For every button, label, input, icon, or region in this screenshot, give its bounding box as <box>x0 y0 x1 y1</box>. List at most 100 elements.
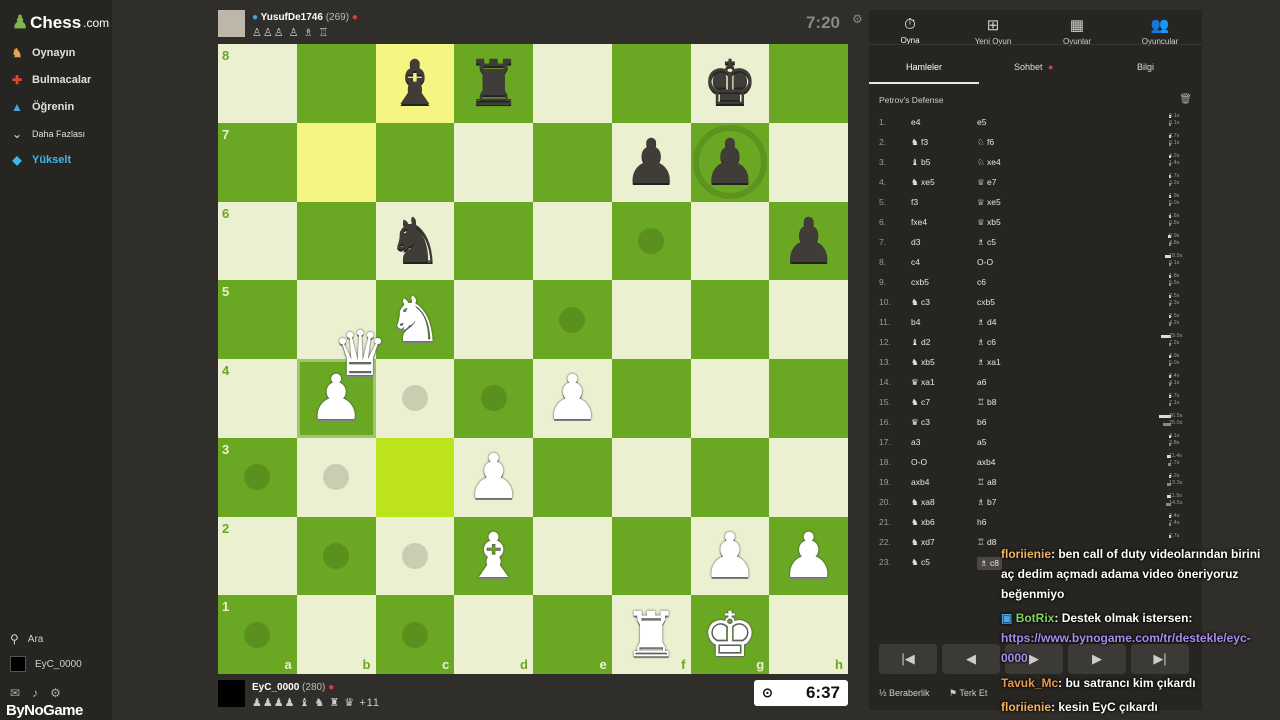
square-b1[interactable]: b <box>296 595 376 674</box>
white-move[interactable]: ♞ xb6 <box>911 517 935 528</box>
square-b6[interactable] <box>296 201 376 281</box>
white-move[interactable]: ♞ xd7 <box>911 537 935 548</box>
square-f5[interactable] <box>611 280 691 359</box>
square-a4[interactable]: 4 <box>218 359 297 438</box>
square-h5[interactable] <box>769 280 848 359</box>
square-e2[interactable] <box>533 516 612 596</box>
tab-yeni-oyun[interactable]: ⊞ Yeni Oyun <box>958 16 1028 46</box>
move-hint-dot[interactable] <box>638 227 665 254</box>
sidebar-item-upgrade[interactable]: ◆ Yükselt <box>10 153 71 167</box>
square-a2[interactable]: 2 <box>218 516 297 596</box>
black-move[interactable]: e5 <box>977 117 986 127</box>
white-piece-g1[interactable]: ♚ <box>691 595 770 674</box>
square-h4[interactable] <box>769 359 848 438</box>
black-piece-d8[interactable]: ♜ <box>454 44 533 123</box>
sidebar-item-learn[interactable]: ▲ Öğrenin <box>10 100 74 114</box>
white-move[interactable]: b4 <box>911 317 920 327</box>
square-g5[interactable] <box>690 280 770 359</box>
square-f3[interactable] <box>611 437 691 517</box>
black-move[interactable]: ♖ b8 <box>977 397 996 408</box>
square-d7[interactable] <box>454 122 533 202</box>
square-e8[interactable] <box>533 44 612 123</box>
white-move[interactable]: fxe4 <box>911 217 927 227</box>
black-move[interactable]: ♕ xe5 <box>977 197 1001 208</box>
bell-icon[interactable]: ♪ <box>32 686 38 700</box>
square-d1[interactable]: d <box>454 595 533 674</box>
black-move[interactable]: h6 <box>977 517 986 527</box>
black-piece-c6[interactable]: ♞ <box>376 202 455 281</box>
tab-moves[interactable]: Hamleler <box>906 62 942 72</box>
white-move[interactable]: axb4 <box>911 477 929 487</box>
chess-logo[interactable]: ♟ Chess .com <box>12 12 109 33</box>
white-piece-d2[interactable]: ♝ <box>454 517 533 596</box>
square-a7[interactable]: 7 <box>218 122 297 202</box>
trash-icon[interactable]: 🗑 <box>1179 94 1192 105</box>
white-piece-h2[interactable]: ♟ <box>769 517 848 596</box>
white-piece-f1[interactable]: ♜ <box>612 595 691 674</box>
avatar[interactable] <box>218 10 245 37</box>
white-move[interactable]: ♞ c5 <box>911 557 930 568</box>
player-name[interactable]: EyC_0000 (280) ● <box>252 682 334 693</box>
sidebar-item-play[interactable]: ♞ Oynayın <box>10 46 76 60</box>
white-move[interactable]: ♞ c3 <box>911 297 930 308</box>
square-a5[interactable]: 5 <box>218 280 297 359</box>
square-h8[interactable] <box>769 44 848 123</box>
sidebar-item-puzzles[interactable]: ✚ Bulmacalar <box>10 73 91 87</box>
white-move[interactable]: ♞ xb5 <box>911 357 935 368</box>
chat-link[interactable]: https://www.bynogame.com/tr/destekle/eyc… <box>1001 631 1251 665</box>
black-move[interactable]: b6 <box>977 417 986 427</box>
white-move[interactable]: ♞ xe5 <box>911 177 935 188</box>
white-piece-e4[interactable]: ♟ <box>533 359 612 438</box>
black-piece-f7[interactable]: ♟ <box>612 123 691 202</box>
square-e7[interactable] <box>533 122 612 202</box>
black-move[interactable]: ♗ b7 <box>977 497 996 508</box>
square-g4[interactable] <box>690 359 770 438</box>
settings-icon[interactable]: ⚙ <box>852 12 863 26</box>
white-move[interactable]: ♛ c3 <box>911 417 930 428</box>
square-f8[interactable] <box>611 44 691 123</box>
white-move[interactable]: ♛ xa1 <box>911 377 935 388</box>
mail-icon[interactable]: ✉ <box>10 686 20 700</box>
white-move[interactable]: ♝ b5 <box>911 157 930 168</box>
square-g6[interactable] <box>690 201 770 281</box>
move-hint-dot[interactable] <box>559 306 586 333</box>
move-hint-dot[interactable] <box>401 621 428 648</box>
black-move[interactable]: axb4 <box>977 457 995 467</box>
black-piece-g8[interactable]: ♚ <box>691 44 770 123</box>
square-f4[interactable] <box>611 359 691 438</box>
square-h3[interactable] <box>769 437 848 517</box>
white-move[interactable]: ♞ c7 <box>911 397 930 408</box>
square-d5[interactable] <box>454 280 533 359</box>
draw-button[interactable]: ½ Beraberlik <box>879 688 930 698</box>
white-move[interactable]: f3 <box>911 197 918 207</box>
white-move[interactable]: e4 <box>911 117 920 127</box>
move-hint-dot[interactable] <box>401 542 428 569</box>
white-move[interactable]: d3 <box>911 237 920 247</box>
black-piece-g7[interactable]: ♟ <box>691 123 770 202</box>
white-move[interactable]: a3 <box>911 437 920 447</box>
white-piece-g2[interactable]: ♟ <box>691 517 770 596</box>
square-h7[interactable] <box>769 122 848 202</box>
square-c3[interactable] <box>375 437 455 517</box>
tab-chat[interactable]: Sohbet ● <box>1014 62 1053 72</box>
square-a8[interactable]: 8 <box>218 44 297 123</box>
chess-board[interactable]: 8 7 6 5 4 3 2 1 a b c d e f g h ♝ ♜ ♚ ♟ ♟ ♞ ♟ ♞ ♟ ♟ ♟ ♝ ♟ ♟ ♜ ♚ ♛ <box>218 44 848 674</box>
black-move[interactable]: ♕ xb5 <box>977 217 1001 228</box>
black-move[interactable]: ♗ c6 <box>977 337 996 348</box>
black-move[interactable]: ♖ d8 <box>977 537 996 548</box>
prev-button[interactable]: ◀ <box>942 644 1000 674</box>
square-f2[interactable] <box>611 516 691 596</box>
square-c7[interactable] <box>375 122 455 202</box>
white-move[interactable]: c4 <box>911 257 920 267</box>
black-move[interactable]: ♖ a8 <box>977 477 996 488</box>
square-h1[interactable]: h <box>769 595 848 674</box>
white-move[interactable]: cxb5 <box>911 277 929 287</box>
tab-oyuncular[interactable]: 👥 Oyuncular <box>1125 16 1195 46</box>
first-button[interactable]: |◀ <box>879 644 937 674</box>
black-piece-h6[interactable]: ♟ <box>769 202 848 281</box>
white-move[interactable]: O-O <box>911 457 927 467</box>
sidebar-user[interactable]: EyC_0000 <box>10 656 82 672</box>
tab-oyunlar[interactable]: ▦ Oyunlar <box>1042 16 1112 46</box>
black-move[interactable]: ♗ d4 <box>977 317 996 328</box>
sidebar-search[interactable]: ⚲ Ara <box>10 632 43 646</box>
